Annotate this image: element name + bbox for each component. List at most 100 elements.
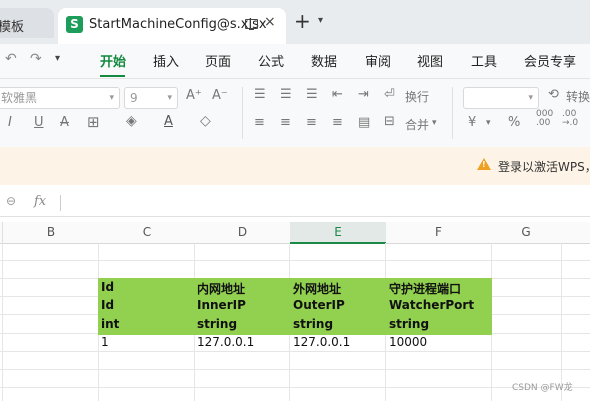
convert-label[interactable]: 转换 [566,88,590,105]
col-header-H[interactable] [561,222,590,244]
col-header-F[interactable]: F [386,222,492,244]
tab-list-chevron-icon[interactable]: ▾ [318,15,323,26]
font-color-icon[interactable]: A [164,114,173,129]
menu-tab-insert[interactable]: 插入 [153,51,179,70]
font-size-chevron-icon: ▾ [167,93,172,103]
cell-D-header1[interactable]: 内网地址 [197,280,245,297]
menu-tab-view[interactable]: 视图 [417,51,443,70]
cell-E-header2[interactable]: OuterIP [293,298,345,312]
col-header-E[interactable]: E [290,222,387,244]
active-tab-underline [100,75,125,77]
undo-icon[interactable]: ↶ [5,51,17,67]
cell-E-data1[interactable]: 127.0.0.1 [293,335,350,349]
menu-tab-home[interactable]: 开始 [100,51,126,70]
wrap-text-icon[interactable]: ⏎ [384,87,395,102]
merge-chevron-icon[interactable]: ▾ [432,118,437,128]
col-header-B[interactable]: B [3,222,100,244]
watermark: CSDN @FW龙 [512,383,573,393]
banner-message[interactable]: 登录以激活WPS， [498,158,590,175]
merge-cells-label[interactable]: 合并 [405,116,429,133]
convert-icon[interactable]: ⟲ [548,87,559,102]
clear-format-icon[interactable]: ◇ [200,113,211,129]
font-name-chevron-icon: ▾ [109,93,114,103]
grid-hline [0,387,590,388]
tab-file-title: StartMachineConfig@s.xlsx [89,17,267,32]
toolbar-divider [242,87,243,139]
cell-D-data1[interactable]: 127.0.0.1 [197,335,254,349]
decrease-font-icon[interactable]: A⁻ [212,88,228,103]
justify-icon[interactable]: ≡ [332,115,343,130]
number-format-select[interactable]: ▾ [463,87,539,109]
col-header-G[interactable]: G [491,222,562,244]
distribute-icon[interactable]: ▤ [358,115,370,130]
tab-templates-label: 模板 [0,20,25,35]
number-format-chevron-icon: ▾ [528,93,533,103]
menu-tab-review[interactable]: 审阅 [365,51,391,70]
increase-font-icon[interactable]: A⁺ [186,88,202,103]
align-bottom-icon[interactable]: ☰ [306,87,318,102]
ribbon-menu-bar: ↶ ↷ ▾ 开始 插入 页面 公式 数据 审阅 视图 工具 会员专享 [0,44,590,79]
ribbon-toolbar: 软雅黑 ▾ 9 ▾ A⁺ A⁻ I U A ⊞ ◈ A ◇ ☰ ☰ ☰ ⇤ ⇥ … [0,79,590,148]
menu-tab-data[interactable]: 数据 [311,51,337,70]
col-header-D[interactable]: D [195,222,291,244]
indent-decrease-icon[interactable]: ⇤ [332,87,343,102]
close-tab-icon[interactable]: × [264,14,276,30]
cell-C-header2[interactable]: Id [101,298,114,312]
indent-increase-icon[interactable]: ⇥ [358,87,369,102]
zoom-search-icon[interactable]: ⊖ [6,194,16,208]
font-name-select[interactable]: 软雅黑 ▾ [0,87,120,109]
fill-color-icon[interactable]: ◈ [126,113,137,129]
login-banner: ! 登录以激活WPS， [0,147,590,185]
font-size-value: 9 [130,91,138,105]
merge-cells-icon[interactable]: ⊟ [384,114,395,129]
grid-hline [0,260,590,261]
align-top-icon[interactable]: ☰ [254,87,266,102]
strikethrough-icon[interactable]: A [60,115,69,130]
cell-E-header3[interactable]: string [293,317,333,331]
align-middle-icon[interactable]: ☰ [280,87,292,102]
spreadsheet-file-icon: S [66,16,83,33]
tab-templates[interactable]: 模板 [0,8,54,38]
tab-active-file[interactable]: S StartMachineConfig@s.xlsx × [58,8,286,44]
cell-C-header1[interactable]: Id [101,280,114,294]
cell-F-header3[interactable]: string [389,317,429,331]
grid-hline [0,369,590,370]
currency-chevron-icon[interactable]: ▾ [486,118,491,128]
cell-C-data1[interactable]: 1 [101,335,109,349]
increase-decimal-icon[interactable]: 000.00 [536,110,553,128]
border-icon[interactable]: ⊞ [87,113,100,131]
warning-icon: ! [477,158,491,170]
underline-icon[interactable]: U [34,115,44,130]
wrap-text-label[interactable]: 换行 [405,88,429,105]
percent-icon[interactable]: % [508,115,520,130]
menu-tab-tools[interactable]: 工具 [471,51,497,70]
grid-vline [561,243,562,401]
cell-D-header2[interactable]: InnerIP [197,298,246,312]
fx-icon[interactable]: fx [34,194,46,209]
cell-D-header3[interactable]: string [197,317,237,331]
menu-tab-formula[interactable]: 公式 [258,51,284,70]
align-center-icon[interactable]: ≡ [280,115,291,130]
grid-hline [0,351,590,352]
cell-F-data1[interactable]: 10000 [389,335,427,349]
formula-input[interactable] [68,195,578,211]
menu-tab-page[interactable]: 页面 [205,51,231,70]
cell-F-header1[interactable]: 守护进程端口 [389,280,461,297]
align-left-icon[interactable]: ≡ [254,115,265,130]
new-tab-button[interactable]: + [294,11,311,31]
italic-icon[interactable]: I [8,115,12,130]
cell-C-header3[interactable]: int [101,317,119,331]
currency-icon[interactable]: ¥ [468,115,476,130]
col-header-C[interactable]: C [99,222,196,244]
decrease-decimal-icon[interactable]: .00 →.0 [562,110,578,128]
monitor-icon[interactable] [245,19,258,31]
formula-bar: ⊖ fx [0,190,590,217]
cell-E-header1[interactable]: 外网地址 [293,280,341,297]
align-right-icon[interactable]: ≡ [306,115,317,130]
cell-F-header2[interactable]: WatcherPort [389,298,474,312]
font-size-select[interactable]: 9 ▾ [124,87,178,109]
grid-vline [2,243,3,401]
menu-tab-member[interactable]: 会员专享 [524,51,576,70]
quick-access-chevron-icon[interactable]: ▾ [55,53,60,64]
redo-icon[interactable]: ↷ [30,51,42,67]
